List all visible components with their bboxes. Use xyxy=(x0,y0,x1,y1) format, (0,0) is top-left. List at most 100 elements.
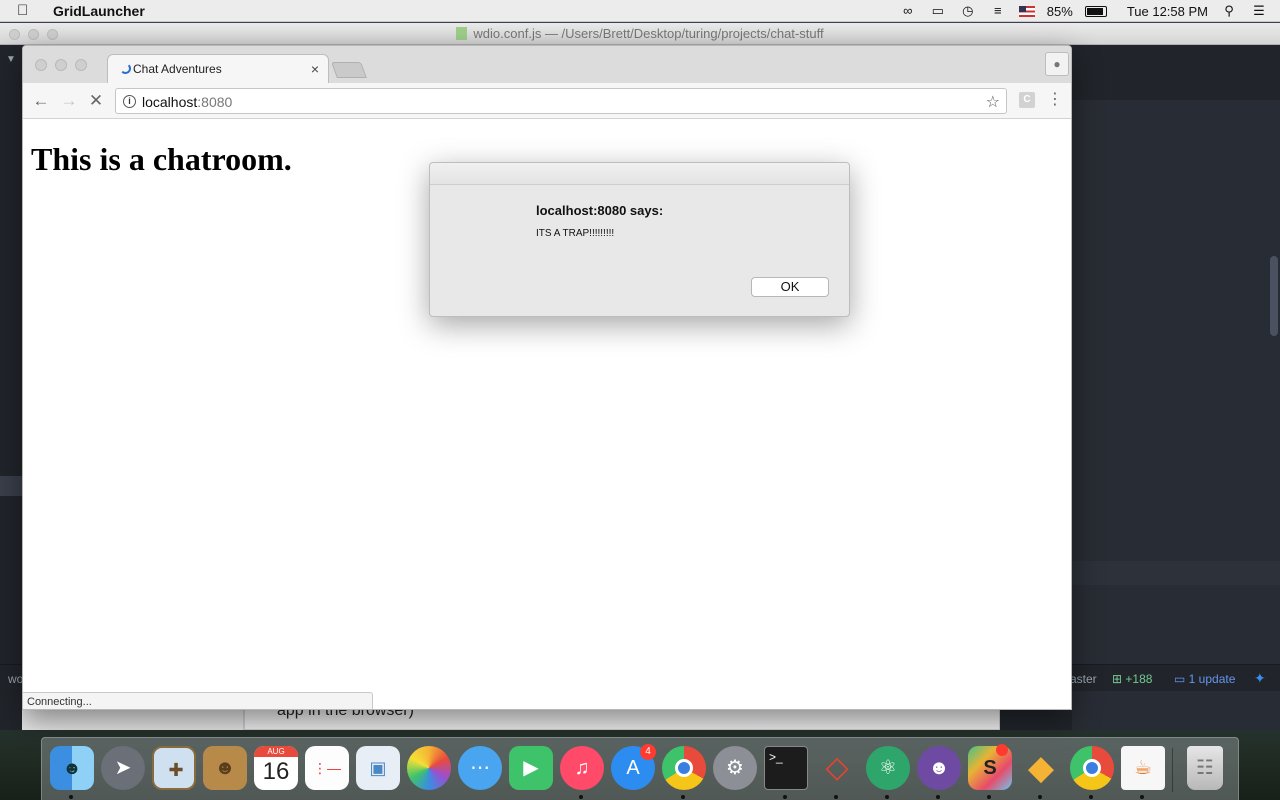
tab-strip: Chat Adventures × ● xyxy=(23,46,1071,84)
editor-title-bar: wdio.conf.js — /Users/Brett/Desktop/turi… xyxy=(0,23,1280,45)
app-menu-name[interactable]: GridLauncher xyxy=(53,3,145,19)
ok-button[interactable]: OK xyxy=(751,277,829,297)
finder-running-dot xyxy=(69,795,73,799)
slack-running-dot xyxy=(987,795,991,799)
chrome-running-dot xyxy=(681,795,685,799)
chrome-canary-icon[interactable] xyxy=(1070,746,1114,790)
link-status-icon[interactable]: ∞ xyxy=(899,4,917,18)
messages-icon[interactable]: ⋯ xyxy=(458,746,502,790)
tab-chat-adventures[interactable]: Chat Adventures × xyxy=(107,54,329,84)
js-file-icon xyxy=(456,27,468,40)
calendar-icon[interactable]: AUG 16 xyxy=(254,746,298,790)
address-bar[interactable]: i localhost:8080 ☆ xyxy=(115,88,1007,114)
menubar-clock[interactable]: Tue 12:58 PM xyxy=(1127,4,1208,19)
github-desktop-icon[interactable]: ☻ xyxy=(917,746,961,790)
contacts-icon[interactable]: ☻ xyxy=(203,746,247,790)
chrome-icon[interactable] xyxy=(662,746,706,790)
browser-zoom-button[interactable] xyxy=(75,59,87,71)
itunes-running-dot xyxy=(579,795,583,799)
site-info-icon[interactable]: i xyxy=(123,95,136,108)
extension-icon[interactable]: C xyxy=(1019,92,1035,108)
editor-tree-view: ▼ xyxy=(0,46,22,730)
java-running-dot xyxy=(1140,795,1144,799)
update-label: 1 update xyxy=(1188,672,1236,686)
bookmark-star-icon[interactable]: ☆ xyxy=(986,92,1000,112)
calendar-month: AUG xyxy=(254,746,298,757)
terminal-running-dot xyxy=(783,795,787,799)
editor-close-button[interactable] xyxy=(9,29,20,40)
editor-tab-bar xyxy=(1072,46,1280,100)
dialog-header: localhost:8080 says: xyxy=(536,203,664,218)
status-git-diff[interactable]: ⊞ +188 xyxy=(1112,672,1152,686)
battery-icon[interactable] xyxy=(1084,5,1107,17)
spotlight-search-icon[interactable]: ⚲ xyxy=(1220,4,1238,18)
airplay-icon[interactable]: ▭ xyxy=(929,4,947,18)
launchpad-icon[interactable]: ➤ xyxy=(101,746,145,790)
profile-icon[interactable]: ● xyxy=(1045,52,1069,76)
browser-window: Chat Adventures × ● ← → ✕ i localhost:80… xyxy=(22,45,1072,710)
time-machine-icon[interactable]: ◷ xyxy=(959,4,977,18)
dialog-title-bar xyxy=(430,163,849,185)
slack-badge xyxy=(996,744,1008,756)
menu-bar:  GridLauncher ∞ ▭ ◷ ≡ 85% Tue 12:58 PM … xyxy=(0,0,1280,22)
browser-minimize-button[interactable] xyxy=(55,59,67,71)
calendar-day: 16 xyxy=(262,758,290,785)
editor-zoom-button[interactable] xyxy=(47,29,58,40)
system-preferences-icon[interactable]: ⚙ xyxy=(713,746,757,790)
browser-menu-icon[interactable]: ⋮ xyxy=(1047,89,1063,111)
sketch-icon[interactable]: ◆ xyxy=(1019,746,1063,790)
chevron-down-icon[interactable]: ▼ xyxy=(6,54,16,65)
editor-minimize-button[interactable] xyxy=(28,29,39,40)
tree-selected-row[interactable] xyxy=(0,476,22,496)
status-updates[interactable]: ▭ 1 update xyxy=(1174,672,1235,686)
editor-scrollbar[interactable] xyxy=(1270,256,1278,336)
stop-loading-icon[interactable]: ✕ xyxy=(86,91,106,111)
apple-menu-icon[interactable]:  xyxy=(17,2,39,19)
tab-title: Chat Adventures xyxy=(133,62,222,76)
browser-toolbar: ← → ✕ i localhost:8080 ☆ C ⋮ xyxy=(23,83,1071,119)
gridlauncher-running-dot xyxy=(834,795,838,799)
editor-highlight-line xyxy=(1072,561,1280,585)
tab-close-icon[interactable]: × xyxy=(311,61,319,77)
status-git-branch[interactable]: aster xyxy=(1070,672,1097,686)
gridlauncher-icon[interactable]: ◇ xyxy=(815,746,859,790)
dialog-message: ITS A TRAP!!!!!!!!! xyxy=(536,228,615,239)
notification-center-icon[interactable]: ☰ xyxy=(1250,4,1268,18)
forward-arrow-icon[interactable]: → xyxy=(59,91,79,111)
mail-icon[interactable]: ✚ xyxy=(152,746,196,790)
new-tab-button[interactable] xyxy=(331,62,367,78)
reminders-icon[interactable]: ⋮— xyxy=(305,746,349,790)
back-arrow-icon[interactable]: ← xyxy=(31,91,51,111)
java-icon[interactable]: ☕ xyxy=(1121,746,1165,790)
bird-icon[interactable]: ✦ xyxy=(1254,670,1266,687)
facetime-icon[interactable]: ▶ xyxy=(509,746,553,790)
loading-spinner-icon xyxy=(120,63,131,74)
app-store-badge: 4 xyxy=(640,744,656,760)
browser-close-button[interactable] xyxy=(35,59,47,71)
preview-icon[interactable]: ▣ xyxy=(356,746,400,790)
itunes-icon[interactable]: ♫ xyxy=(560,746,604,790)
editor-window-controls xyxy=(9,29,58,40)
atom-icon[interactable]: ⚛ xyxy=(866,746,910,790)
finder-icon[interactable]: ☻ xyxy=(50,746,94,790)
wifi-icon[interactable]: ≡ xyxy=(989,4,1007,18)
chrome-canary-running-dot xyxy=(1089,795,1093,799)
photos-icon[interactable] xyxy=(407,746,451,790)
address-url[interactable]: localhost:8080 xyxy=(142,94,232,110)
terminal-icon[interactable]: >_ xyxy=(764,746,808,790)
input-source-flag-icon[interactable] xyxy=(1018,5,1035,17)
github-running-dot xyxy=(936,795,940,799)
page-heading: This is a chatroom. xyxy=(31,141,292,177)
loading-status-bubble: Connecting... xyxy=(23,692,373,709)
editor-pane xyxy=(1072,46,1280,730)
url-port: :8080 xyxy=(197,94,233,110)
editor-window-title: wdio.conf.js — /Users/Brett/Desktop/turi… xyxy=(473,26,824,41)
status-menus: ∞ ▭ ◷ ≡ 85% Tue 12:58 PM ⚲ ☰ xyxy=(899,0,1268,22)
browser-window-controls xyxy=(35,59,87,71)
url-host: localhost xyxy=(142,94,198,110)
battery-percent[interactable]: 85% xyxy=(1047,4,1073,19)
atom-running-dot xyxy=(885,795,889,799)
dock: ☻ ➤ ✚ ☻ AUG 16 ⋮— ▣ ⋯ ▶ ♫ A 4 ⚙ >_ ◇ ⚛ ☻… xyxy=(41,737,1239,800)
dock-separator xyxy=(1172,748,1173,792)
trash-icon[interactable]: ☷ xyxy=(1187,746,1223,790)
